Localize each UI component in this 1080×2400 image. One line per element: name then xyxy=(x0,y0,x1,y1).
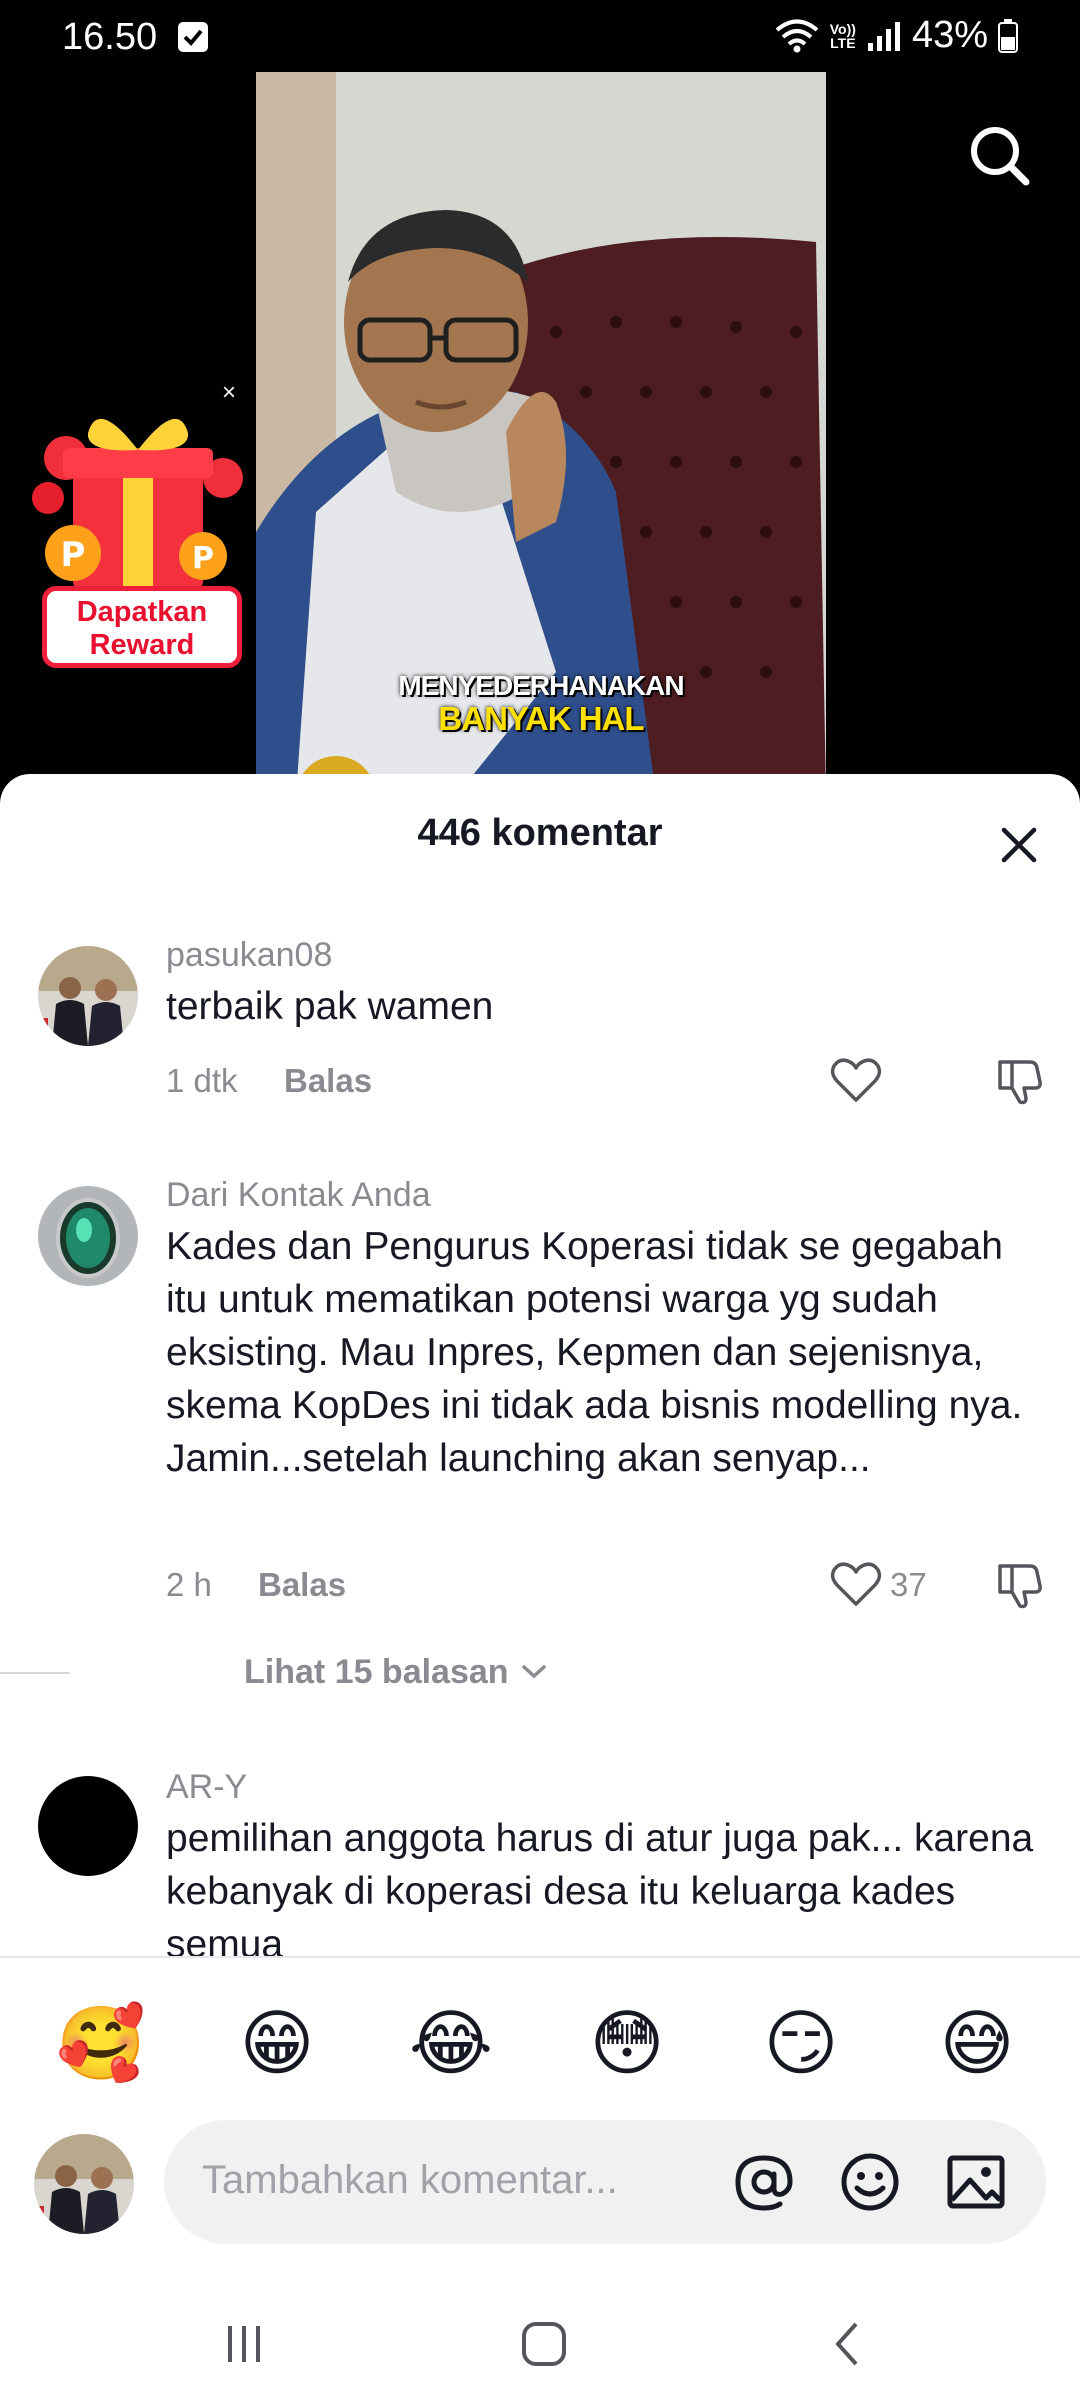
comment-time: 1 dtk xyxy=(166,1062,238,1099)
replies-divider xyxy=(0,1672,70,1674)
avatar[interactable] xyxy=(38,1776,138,1876)
comment-item: AR-Y pemilihan anggota harus di atur jug… xyxy=(0,1764,1080,1956)
comment-time: 2 h xyxy=(166,1566,212,1603)
video-player[interactable]: MENYEDERHANAKAN BANYAK HAL P P × Dapatka… xyxy=(0,72,1080,796)
volte-lte-icon: Vo)) LTE xyxy=(829,20,856,51)
view-replies-label: Lihat 15 balasan xyxy=(244,1652,509,1691)
dislike-icon[interactable] xyxy=(994,1560,1044,1610)
video-caption-line2: BANYAK HAL xyxy=(438,700,644,737)
my-avatar xyxy=(34,2134,134,2234)
reply-button[interactable]: Balas xyxy=(258,1566,346,1604)
status-bar: 16.50 Vo)) LTE 43% xyxy=(0,0,1080,76)
comment-input[interactable] xyxy=(202,2150,702,2210)
view-replies-button[interactable]: Lihat 15 balasan xyxy=(152,1647,549,1697)
chevron-down-icon xyxy=(521,1665,546,1679)
status-time: 16.50 xyxy=(62,16,158,58)
battery-percent: 43% xyxy=(911,14,988,56)
home-icon[interactable] xyxy=(514,2314,574,2374)
at-icon[interactable] xyxy=(732,2150,796,2214)
video-caption-line1: MENYEDERHANAKAN xyxy=(398,670,684,701)
avatar[interactable] xyxy=(38,946,138,1046)
emoji-flushed[interactable]: 😳 xyxy=(582,1998,672,2088)
comment-item: Dari Kontak Anda Kades dan Pengurus Kope… xyxy=(0,1170,1080,1640)
emoji-smirking[interactable]: 😏 xyxy=(756,1998,846,2088)
heart-icon[interactable] xyxy=(830,1562,882,1608)
back-icon[interactable] xyxy=(818,2314,878,2374)
emoji-grinning[interactable]: 😁 xyxy=(232,1998,322,2088)
recent-apps-icon[interactable] xyxy=(214,2314,274,2374)
battery-icon xyxy=(998,18,1018,53)
heart-icon[interactable] xyxy=(830,1058,882,1104)
comment-text: terbaik pak wamen xyxy=(166,985,494,1028)
emoji-tears-of-joy[interactable]: 😂 xyxy=(406,1998,496,2088)
comment-text: pemilihan anggota harus di atur juga pak… xyxy=(166,1817,1034,1956)
comment-text: Kades dan Pengurus Koperasi tidak se geg… xyxy=(166,1225,1023,1480)
smiley-icon[interactable] xyxy=(838,2150,902,2214)
avatar[interactable] xyxy=(38,1186,138,1286)
svg-text:P: P xyxy=(61,535,86,575)
video-frame[interactable]: MENYEDERHANAKAN BANYAK HAL xyxy=(256,72,826,796)
search-icon[interactable] xyxy=(968,124,1032,188)
reward-label: Dapatkan Reward xyxy=(42,586,242,668)
gift-box-icon: P P xyxy=(32,418,243,588)
dislike-icon[interactable] xyxy=(994,1056,1044,1106)
checkbox-notification-icon xyxy=(178,22,208,52)
comment-composer[interactable] xyxy=(164,2120,1046,2244)
reward-widget[interactable]: P P × Dapatkan Reward xyxy=(18,378,248,678)
like-count: 37 xyxy=(890,1566,927,1603)
emoji-sweat-smile[interactable]: 😅 xyxy=(932,1998,1022,2088)
comments-count-title: 446 komentar xyxy=(417,812,663,854)
image-icon[interactable] xyxy=(944,2150,1008,2214)
comment-item: pasukan08 terbaik pak wamen 1 dtk Balas xyxy=(0,930,1080,1130)
comment-username[interactable]: Dari Kontak Anda xyxy=(166,1176,431,1215)
comment-username[interactable]: pasukan08 xyxy=(166,936,332,975)
system-nav-bar xyxy=(0,2290,1080,2400)
close-icon[interactable] xyxy=(992,818,1046,872)
reward-close-icon[interactable]: × xyxy=(214,378,244,408)
emoji-smiling-hearts[interactable]: 🥰 xyxy=(56,1998,146,2088)
reply-button[interactable]: Balas xyxy=(284,1062,372,1100)
comment-username[interactable]: AR-Y xyxy=(166,1768,247,1807)
svg-text:P: P xyxy=(192,541,214,576)
signal-icon xyxy=(867,21,900,51)
wifi-icon xyxy=(775,19,819,52)
